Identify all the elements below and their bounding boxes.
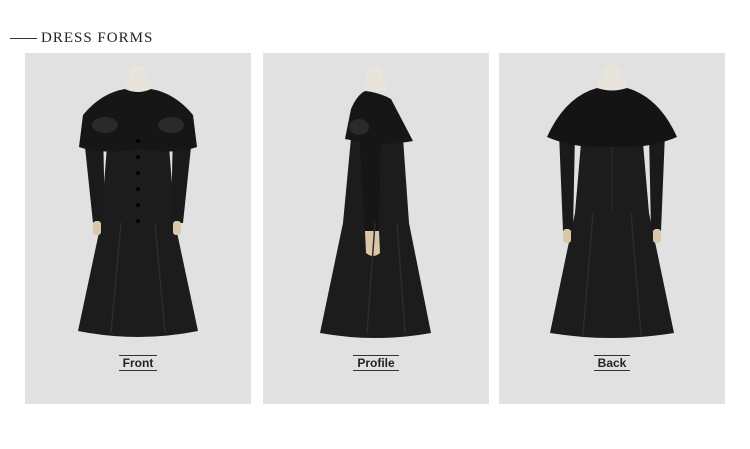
view-label-back: Back [593,355,631,371]
right-sleeve [649,133,665,231]
caption-back: Back [499,355,725,371]
header-rule [10,37,37,39]
view-panel-back: Back [499,53,725,404]
view-panel-front: Front [25,53,251,404]
view-panel-profile: Profile [263,53,489,404]
view-label-front: Front [118,355,158,371]
dress-profile-image [320,66,431,338]
dress-front-image [78,66,198,337]
cape [345,91,413,144]
cape [547,88,677,148]
caption-front: Front [25,355,251,371]
section-title: DRESS FORMS [41,29,154,46]
view-label-profile: Profile [353,355,399,371]
caption-profile: Profile [263,355,489,371]
section-header: DRESS FORMS [10,28,153,48]
dress-back-image [547,65,677,338]
left-sleeve [559,133,575,231]
